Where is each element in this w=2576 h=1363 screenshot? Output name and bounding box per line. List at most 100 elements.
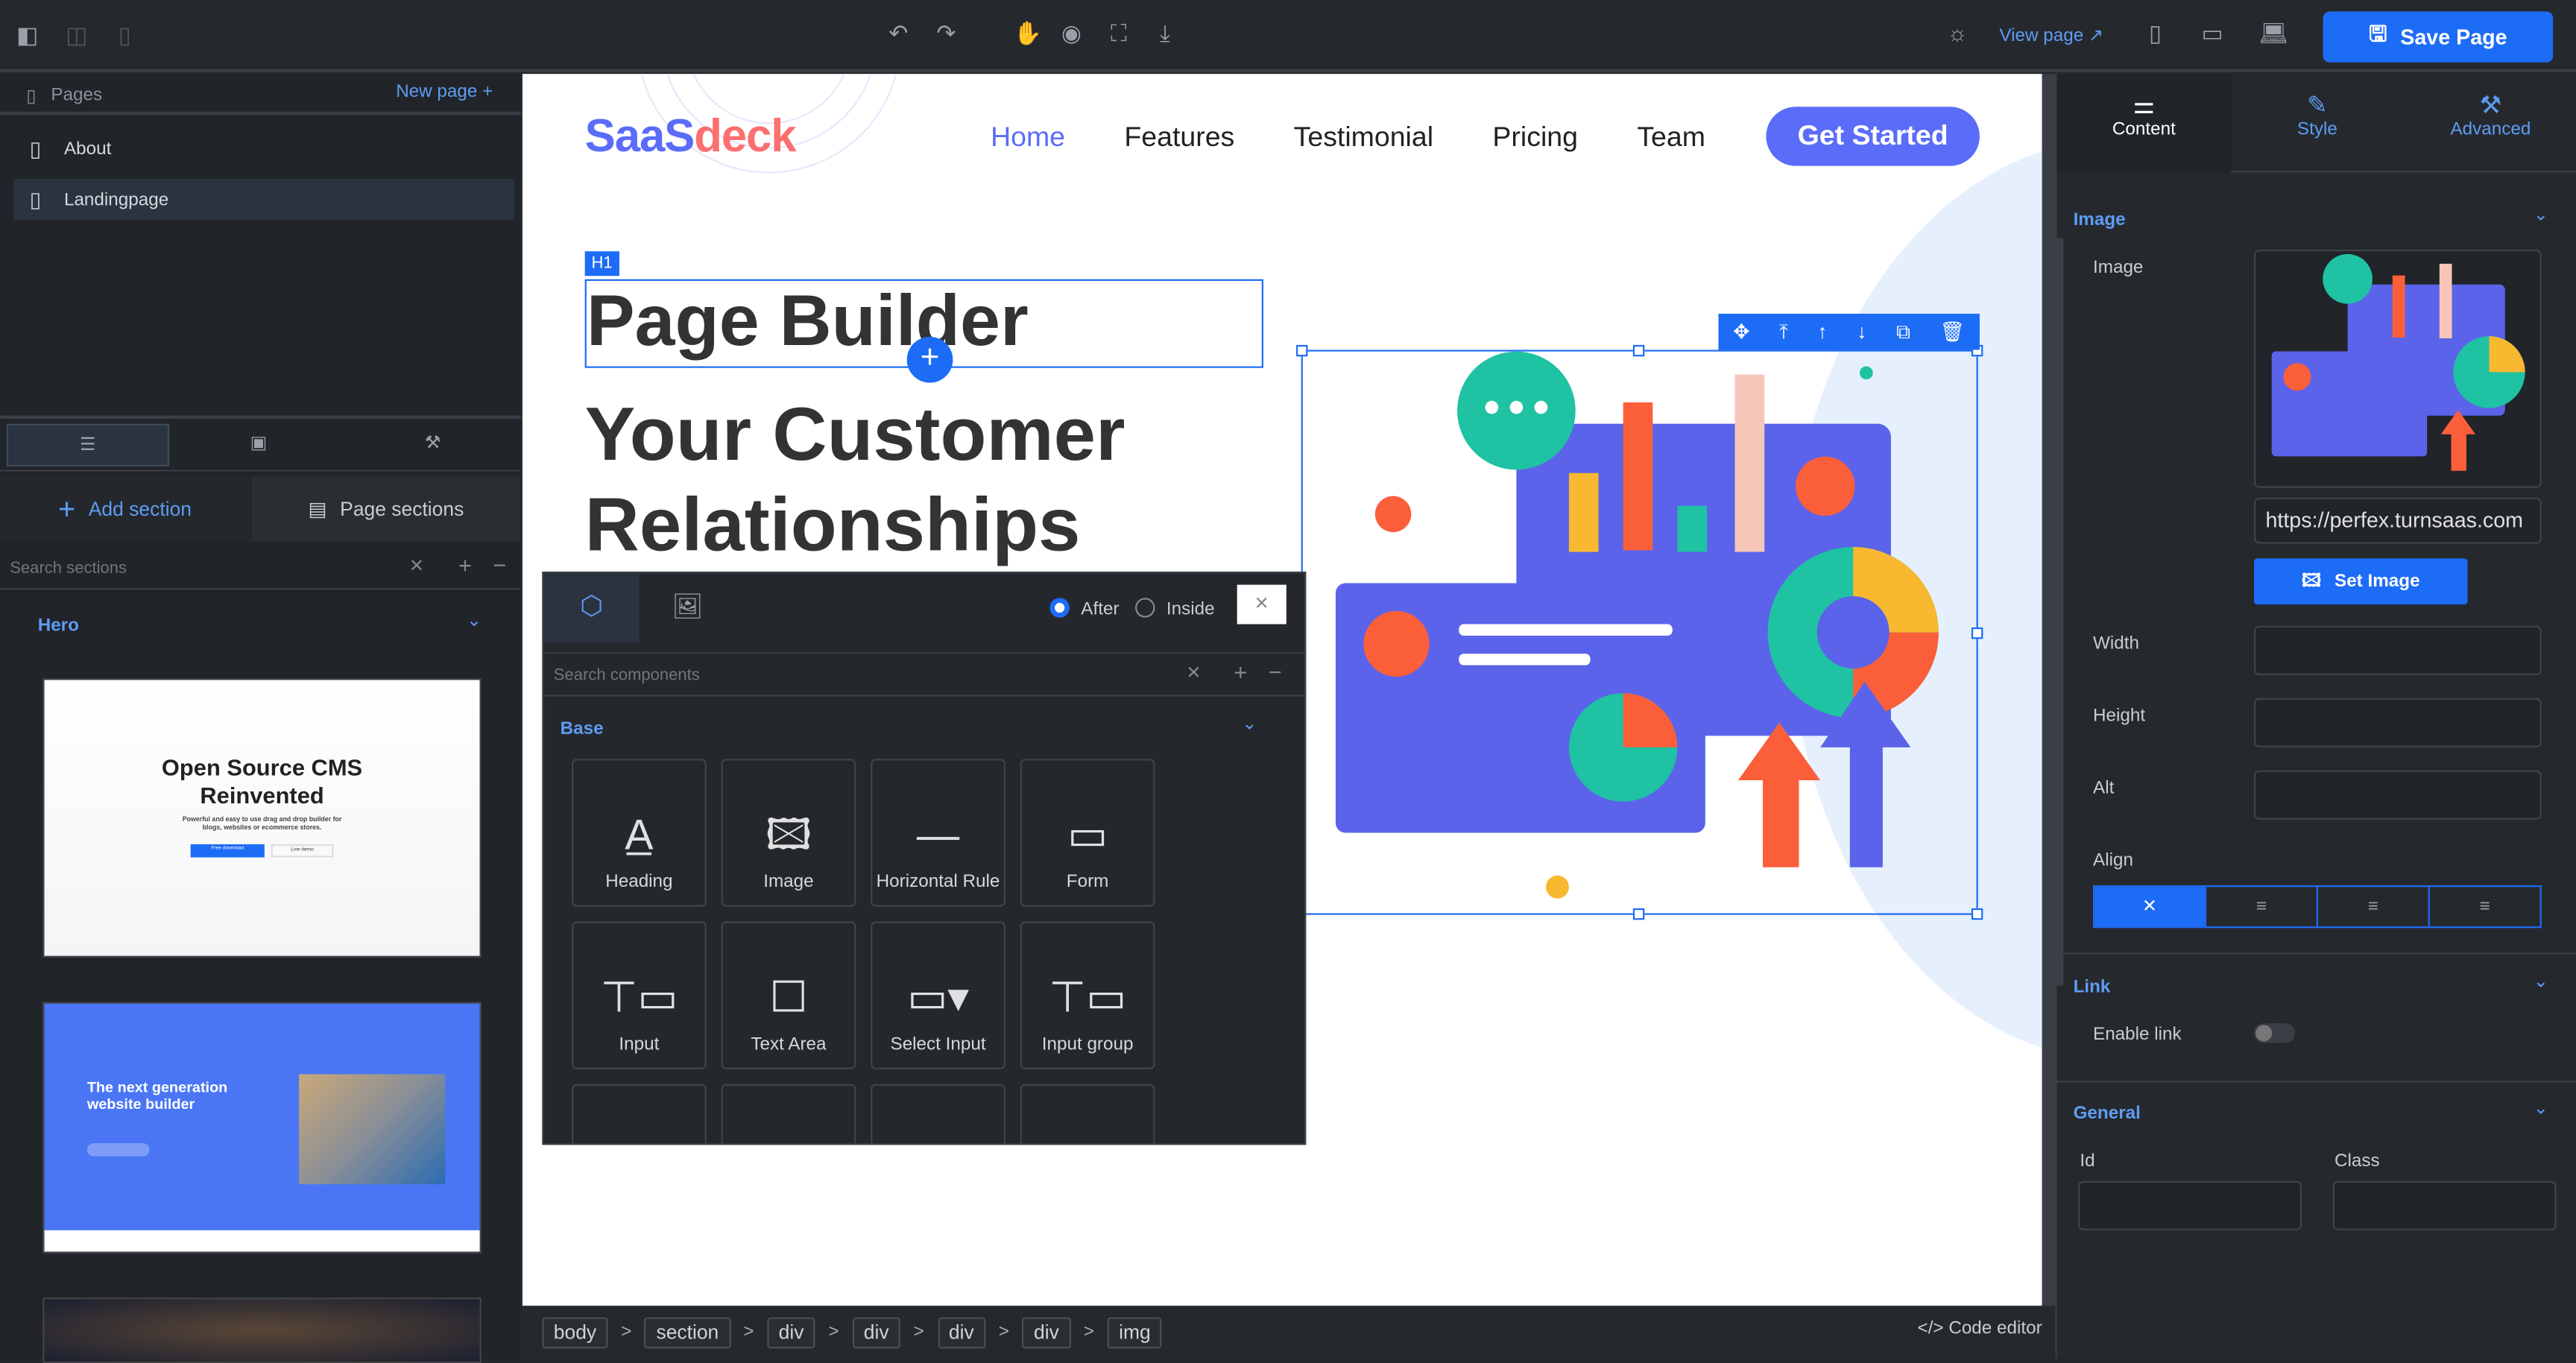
nav-testimonial[interactable]: Testimonial — [1294, 121, 1433, 153]
code-editor-button[interactable]: </> Code editor — [1918, 1319, 2042, 1338]
close-icon[interactable]: ✕ — [1186, 662, 1201, 683]
page-item-about[interactable]: ▯ About — [13, 130, 514, 169]
alt-input[interactable] — [2254, 770, 2542, 820]
component-heading[interactable]: A̲ Heading — [572, 759, 707, 907]
search-components-input[interactable] — [553, 662, 1146, 690]
component-input-group[interactable]: ⊤▭ Input group — [1020, 921, 1155, 1069]
view-page-link[interactable]: View page ↗ — [1999, 25, 2103, 45]
tab-content[interactable]: ⚌ Content — [2056, 74, 2232, 173]
select-parent-icon[interactable]: ⤒ — [1779, 320, 1788, 344]
enable-link-toggle[interactable] — [2254, 1023, 2296, 1043]
nav-features[interactable]: Features — [1124, 121, 1234, 153]
resize-handle[interactable] — [1971, 908, 1983, 920]
component-image[interactable]: 🖾 Image — [721, 759, 856, 907]
crumb-div[interactable]: div — [767, 1316, 815, 1348]
page-sections-tab[interactable]: ▤ Page sections — [251, 476, 521, 543]
resize-handle[interactable] — [1296, 344, 1308, 357]
image-url-input[interactable]: https://perfex.turnsaas.com — [2254, 497, 2542, 544]
section-thumb-hero-2[interactable]: The next generation website builder — [42, 1002, 482, 1253]
tab-style[interactable]: ✎ Style — [2231, 74, 2404, 173]
component-form[interactable]: ▭ Form — [1020, 759, 1155, 907]
close-icon[interactable]: ✕ — [409, 555, 424, 576]
layout-left-icon[interactable]: ◧ — [16, 22, 38, 49]
after-radio[interactable] — [1049, 598, 1070, 618]
site-logo[interactable]: SaaSdeck — [585, 110, 797, 163]
inside-radio[interactable] — [1135, 598, 1155, 618]
height-input[interactable] — [2254, 698, 2542, 747]
save-page-button[interactable]: 🖫 Save Page — [2323, 11, 2554, 63]
section-thumb-hero-3[interactable] — [42, 1297, 482, 1363]
components-tab-icon[interactable]: ⬡ — [543, 573, 640, 642]
class-input[interactable] — [2332, 1180, 2557, 1230]
nav-home[interactable]: Home — [991, 121, 1065, 153]
move-down-icon[interactable]: ↓ — [1857, 320, 1866, 344]
panel-scrollbar[interactable] — [2056, 238, 2064, 986]
move-up-icon[interactable]: ↑ — [1817, 320, 1827, 344]
component-input[interactable]: ⊤▭ Input — [572, 921, 707, 1069]
component-checkbox[interactable]: ☑ — [572, 1084, 707, 1144]
new-page-button[interactable]: New page + — [396, 82, 493, 101]
plus-icon[interactable]: + — [458, 552, 472, 578]
chevron-down-icon[interactable]: ⌄ — [2534, 971, 2548, 992]
tab-advanced[interactable]: ⚒ Advanced — [2403, 74, 2576, 173]
nav-team[interactable]: Team — [1637, 121, 1705, 153]
chevron-down-icon[interactable]: ⌄ — [2534, 1097, 2548, 1119]
set-image-button[interactable]: 🖾 Set Image — [2254, 558, 2468, 605]
component-list[interactable]: ☰ — [721, 1084, 856, 1144]
mobile-icon[interactable]: ▯ — [2149, 19, 2162, 47]
component-video[interactable]: ▭ — [1020, 1084, 1155, 1144]
component-horizontal-rule[interactable]: — Horizontal Rule — [871, 759, 1006, 907]
media-tab-icon[interactable]: 🖼︎ — [643, 573, 733, 642]
crumb-div[interactable]: div — [937, 1316, 986, 1348]
tools-icon[interactable]: ⚒ — [352, 424, 514, 467]
crumb-div[interactable]: div — [1022, 1316, 1071, 1348]
resize-handle[interactable] — [1971, 627, 1983, 639]
crumb-body[interactable]: body — [542, 1316, 608, 1348]
fullscreen-icon[interactable]: ⛶ — [1111, 19, 1127, 47]
hero-subheading[interactable]: Your Customer Relationships — [585, 389, 1176, 569]
undo-icon[interactable]: ↶ — [888, 19, 908, 47]
close-popup-button[interactable]: ✕ — [1237, 584, 1287, 624]
chevron-down-icon[interactable]: ⌄ — [2534, 203, 2548, 225]
move-icon[interactable]: ✥ — [1733, 320, 1749, 344]
clone-icon[interactable]: ⧉ — [1896, 320, 1910, 344]
page-heading[interactable]: Page Builder — [587, 281, 1029, 363]
id-input[interactable] — [2078, 1180, 2302, 1230]
chevron-down-icon[interactable]: ⌄ — [467, 610, 482, 630]
delete-icon[interactable]: 🗑︎ — [1940, 320, 1966, 344]
section-thumb-hero-1[interactable]: Open Source CMS Reinvented Powerful and … — [42, 678, 482, 958]
redo-icon[interactable]: ↷ — [936, 19, 956, 47]
minus-icon[interactable]: − — [493, 552, 506, 578]
hand-icon[interactable]: ✋ — [1014, 19, 1042, 47]
crumb-img[interactable]: img — [1107, 1316, 1163, 1348]
width-input[interactable] — [2254, 625, 2542, 675]
download-icon[interactable]: ⤓ — [1160, 19, 1170, 47]
component-select-input[interactable]: ▭▾ Select Input — [871, 921, 1006, 1069]
search-sections-input[interactable] — [10, 554, 388, 584]
component-link[interactable]: 🔗︎ — [871, 1084, 1006, 1144]
plus-icon[interactable]: + — [1234, 659, 1247, 685]
desktop-icon[interactable]: 💻︎ — [2259, 19, 2288, 47]
components-icon[interactable]: ▣ — [177, 424, 340, 467]
layout-split-icon[interactable]: ◫ — [66, 22, 87, 49]
align-none-icon[interactable]: ✕ — [2094, 887, 2205, 927]
align-left-icon[interactable]: ≡ — [2204, 887, 2317, 927]
tablet-icon[interactable]: ▭ — [2201, 19, 2223, 47]
add-block-plus-icon[interactable]: + — [906, 336, 953, 383]
sun-icon[interactable]: ☼ — [1947, 19, 1968, 45]
layout-right-icon[interactable]: ▯ — [119, 22, 131, 49]
crumb-div[interactable]: div — [852, 1316, 900, 1348]
page-item-landingpage[interactable]: ▯ Landingpage — [13, 179, 514, 221]
get-started-button[interactable]: Get Started — [1766, 107, 1980, 166]
align-right-icon[interactable]: ≡ — [2428, 887, 2540, 927]
component-text-area[interactable]: ☐ Text Area — [721, 921, 856, 1069]
image-preview[interactable] — [2254, 250, 2542, 488]
eye-icon[interactable]: ◉ — [1061, 19, 1082, 47]
sections-icon[interactable]: ☰ — [6, 423, 170, 467]
minus-icon[interactable]: − — [1269, 659, 1282, 685]
align-center-icon[interactable]: ≡ — [2316, 887, 2428, 927]
add-section-tab[interactable]: + Add section — [0, 476, 250, 543]
nav-pricing[interactable]: Pricing — [1492, 121, 1578, 153]
canvas-scrollbar[interactable] — [2042, 74, 2056, 1306]
chevron-down-icon[interactable]: ⌄ — [1242, 713, 1257, 734]
